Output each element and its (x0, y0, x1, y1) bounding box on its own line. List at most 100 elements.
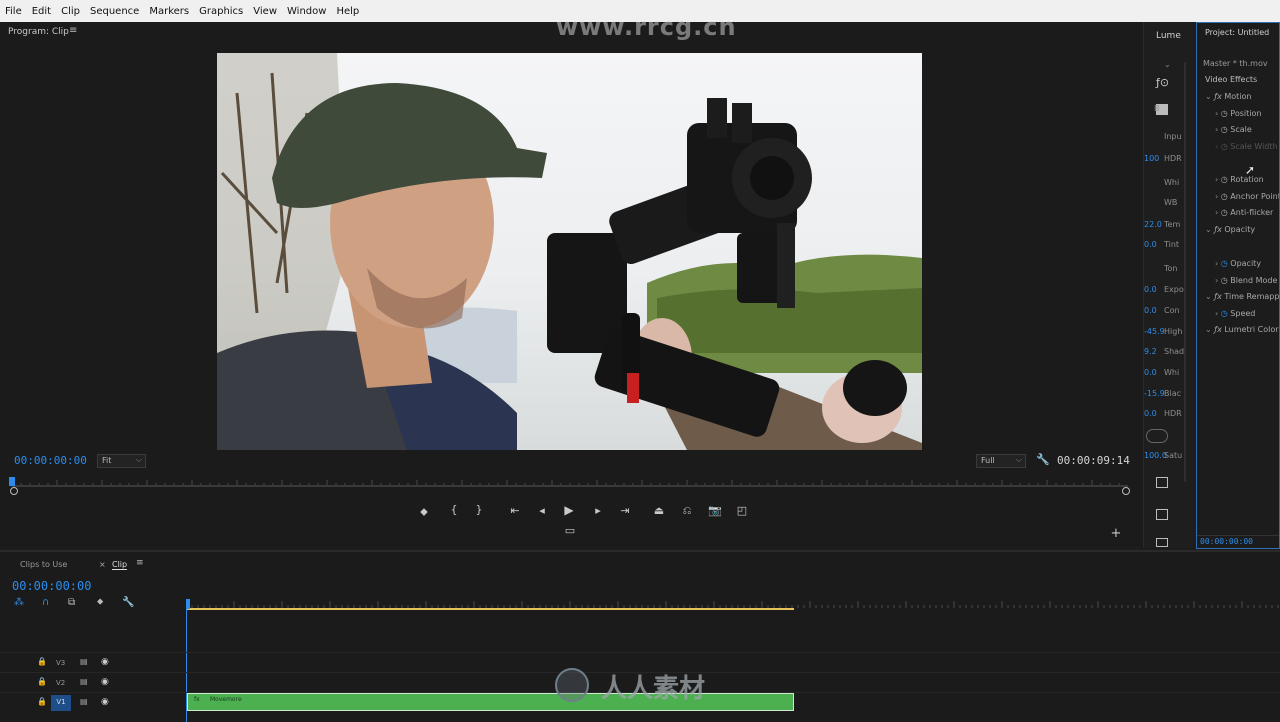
lumetri-tab[interactable]: Lume (1156, 31, 1181, 41)
stopwatch-icon[interactable]: ◷ (1221, 175, 1231, 184)
panel-menu-icon[interactable]: ≡ (69, 25, 77, 36)
fx-icon[interactable]: ƒx (1214, 325, 1224, 334)
zoom-handle-left[interactable] (10, 487, 18, 495)
expand-chevron-icon[interactable]: ⌄ (1205, 92, 1214, 101)
effect-param[interactable]: › ◷ Opacity (1215, 259, 1261, 268)
lumetri-row-value[interactable]: 0.0 (1144, 368, 1164, 377)
lumetri-row[interactable]: Whi (1144, 178, 1194, 187)
fx-icon[interactable]: ƒx (1214, 292, 1224, 301)
lumetri-checkbox-2[interactable] (1156, 477, 1168, 488)
program-current-timecode[interactable]: 00:00:00:00 (14, 454, 87, 467)
effect-param[interactable]: › ◷ Scale (1215, 125, 1252, 134)
lumetri-row-value[interactable]: -15.9 (1144, 389, 1165, 398)
menu-help[interactable]: Help (331, 6, 364, 17)
menu-markers[interactable]: Markers (144, 6, 194, 17)
eye-icon-v2[interactable]: ◉ (101, 677, 109, 687)
lumetri-row[interactable]: 100.0Satu (1144, 451, 1194, 460)
lumetri-row[interactable]: B (1144, 104, 1194, 113)
timeline-playhead-handle[interactable] (186, 599, 190, 609)
track-label-v1[interactable]: V1 (51, 695, 71, 711)
sync-lock-icon-v2[interactable]: ▤ (80, 677, 88, 686)
zoom-handle-right[interactable] (1122, 487, 1130, 495)
fx-icon[interactable]: ƒx (1214, 225, 1224, 234)
sync-lock-icon-v1[interactable]: ▤ (80, 697, 88, 706)
track-label-v2[interactable]: V2 (56, 679, 65, 687)
comparison-view-icon[interactable]: ◰ (734, 504, 750, 517)
safe-margins-icon[interactable]: ▭ (562, 524, 578, 537)
play-icon[interactable]: ▶ (561, 503, 577, 517)
menu-sequence[interactable]: Sequence (85, 6, 144, 17)
video-frame[interactable] (217, 53, 922, 450)
effect-item[interactable]: ⌄ ƒx Time Remapping (1205, 292, 1279, 301)
stopwatch-icon[interactable]: ◷ (1221, 192, 1231, 201)
effect-param[interactable]: › ◷ Position (1215, 109, 1261, 118)
lumetri-fx-icon[interactable]: ƒ⊙ (1156, 76, 1169, 89)
lumetri-row[interactable]: -45.9High (1144, 327, 1194, 336)
effect-item[interactable]: ⌄ ƒx Motion (1205, 92, 1251, 101)
expand-chevron-icon[interactable]: ⌄ (1205, 292, 1214, 301)
master-clip-selector[interactable]: Master * th.mov (1203, 59, 1268, 68)
extract-icon[interactable]: ⎌ (679, 504, 695, 518)
effect-param[interactable]: › ◷ Blend Mode (1215, 276, 1277, 285)
stopwatch-icon[interactable]: ◷ (1221, 208, 1231, 217)
lock-icon-v3[interactable]: 🔒 (37, 657, 47, 666)
lumetri-row-value[interactable]: 100 (1144, 154, 1164, 163)
eye-icon-v3[interactable]: ◉ (101, 657, 109, 667)
effect-item[interactable]: ⌄ ƒx Opacity (1205, 225, 1255, 234)
lumetri-row[interactable]: 9.2 Shad (1144, 347, 1194, 356)
lift-icon[interactable]: ⏏ (651, 504, 667, 517)
menu-graphics[interactable]: Graphics (194, 6, 248, 17)
lumetri-row[interactable]: 0.0 Whi (1144, 368, 1194, 377)
timeline-ruler[interactable] (186, 600, 1280, 612)
menu-file[interactable]: File (0, 6, 27, 17)
eye-icon-v1[interactable]: ◉ (101, 697, 109, 707)
lumetri-row[interactable]: Inpu (1144, 132, 1194, 141)
menu-clip[interactable]: Clip (56, 6, 85, 17)
mark-in-icon[interactable]: { (446, 503, 462, 516)
lumetri-row[interactable]: 22.0 Tem (1144, 220, 1194, 229)
magnet-icon[interactable]: ∩ (42, 597, 49, 608)
lumetri-row[interactable]: 0.0 Expo (1144, 285, 1194, 294)
lumetri-row-value[interactable]: 0.0 (1144, 306, 1164, 315)
timeline-marker-icon[interactable]: ⬥ (97, 597, 103, 607)
lumetri-row[interactable]: 0.0 Con (1144, 306, 1194, 315)
lumetri-row-value[interactable]: 0.0 (1144, 409, 1164, 418)
resolution-dropdown[interactable]: Full (976, 454, 1026, 468)
lock-icon-v1[interactable]: 🔒 (37, 697, 47, 706)
menu-edit[interactable]: Edit (27, 6, 56, 17)
expand-chevron-icon[interactable]: ⌄ (1205, 225, 1214, 234)
timeline-timecode[interactable]: 00:00:00:00 (12, 579, 91, 593)
collapse-chevron-icon[interactable]: ⌄ (1164, 60, 1171, 69)
program-panel-title[interactable]: Program: Clip (8, 27, 69, 37)
step-forward-icon[interactable]: ▸ (590, 504, 606, 517)
sync-lock-icon-v3[interactable]: ▤ (80, 657, 88, 666)
snap-icon[interactable]: ⁂ (14, 597, 24, 608)
add-marker-icon[interactable]: ⬥ (416, 505, 432, 519)
linked-selection-icon[interactable]: ⧉ (68, 597, 75, 608)
effect-param[interactable]: › ◷ Anchor Point (1215, 192, 1279, 201)
tab-clip[interactable]: Clip (112, 560, 128, 570)
lumetri-row[interactable]: -15.9Blac (1144, 389, 1194, 398)
lock-icon-v2[interactable]: 🔒 (37, 677, 47, 686)
fit-dropdown[interactable]: Fit (97, 454, 146, 468)
effect-param[interactable]: › ◷ Rotation (1215, 175, 1264, 184)
lumetri-row[interactable]: 100 HDR (1144, 154, 1194, 163)
effect-param[interactable]: › ◷ Scale Width (1215, 142, 1278, 151)
lumetri-checkbox-4[interactable] (1156, 538, 1168, 547)
effects-timecode[interactable]: 00:00:00:00 (1200, 537, 1253, 546)
tab-clips-to-use[interactable]: Clips to Use (20, 560, 67, 569)
lumetri-row[interactable]: 0.0 Tint (1144, 240, 1194, 249)
menu-window[interactable]: Window (282, 6, 331, 17)
effect-param[interactable]: › ◷ Speed (1215, 309, 1255, 318)
lumetri-row-value[interactable]: 9.2 (1144, 347, 1164, 356)
lumetri-toggle[interactable] (1146, 429, 1168, 443)
go-to-out-icon[interactable]: ⇥ (617, 504, 633, 517)
lumetri-row-value[interactable]: 0.0 (1144, 285, 1164, 294)
lumetri-row[interactable]: 0.0 HDR (1144, 409, 1194, 418)
stopwatch-icon[interactable]: ◷ (1221, 109, 1231, 118)
lumetri-scrollbar[interactable] (1184, 62, 1186, 482)
export-frame-icon[interactable]: 📷 (707, 504, 723, 517)
lumetri-checkbox-3[interactable] (1156, 509, 1168, 520)
menu-view[interactable]: View (248, 6, 282, 17)
timeline-settings-icon[interactable]: 🔧 (122, 597, 134, 608)
